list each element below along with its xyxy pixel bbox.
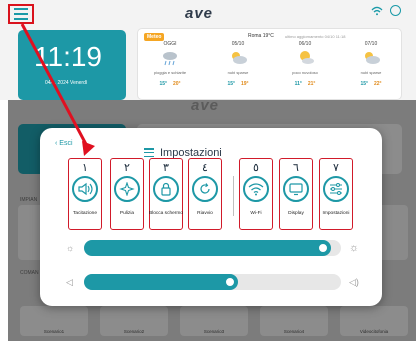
weather-widget[interactable]: Meteo Roma 19°C ultimo aggiornamento 04/… — [137, 28, 402, 100]
weather-day-label: 07/10 — [364, 41, 378, 47]
display-icon — [289, 183, 303, 196]
section-label: COMAN — [20, 270, 39, 276]
wifi-icon[interactable] — [371, 6, 383, 16]
brightness-high-icon: ☼ — [349, 242, 360, 254]
tile-number: ٥ — [253, 162, 259, 174]
clock-time: 11:19 — [34, 41, 102, 72]
back-button[interactable]: ‹ Esci — [55, 140, 73, 147]
volume-high-icon: ◁) — [349, 277, 359, 287]
scenario-button[interactable]: Scenario1 — [20, 306, 88, 336]
scenario-button[interactable]: Videocitofonia — [340, 306, 408, 336]
weather-max: 20° — [173, 81, 181, 87]
section-label: IMPIAN — [20, 197, 38, 203]
tile-label: Impostazioni — [322, 211, 350, 216]
speaker-icon — [78, 182, 93, 196]
clock-widget: 11:19 04/... 2024 Venerdì — [18, 30, 126, 100]
wifi-icon — [248, 183, 264, 196]
partly-cloudy-icon — [365, 52, 380, 64]
weather-day-desc: nubi sparse — [360, 70, 382, 75]
brightness-slider-fill — [84, 240, 331, 256]
divider — [233, 176, 234, 216]
volume-slider-fill — [84, 274, 239, 290]
tile-wifi[interactable]: ٥ Wi-Fi — [239, 158, 273, 230]
brightness-low-icon: ☼ — [66, 243, 75, 253]
weather-day-label: OGGI — [163, 41, 177, 47]
volume-low-icon: ◁ — [66, 277, 73, 287]
tile-number: ٣ — [163, 162, 169, 174]
lock-icon — [161, 182, 171, 196]
weather-day-desc: poco nuvoloso — [292, 70, 318, 75]
rain-cloud-icon — [163, 52, 177, 66]
weather-min: 15° — [159, 81, 167, 87]
hamburger-icon[interactable] — [8, 4, 34, 24]
weather-min: 15° — [360, 81, 368, 87]
weather-min: 15° — [227, 81, 235, 87]
scenario-button[interactable]: Scenario2 — [100, 306, 168, 336]
weather-min: 11° — [294, 81, 302, 87]
weather-max: 19° — [241, 81, 249, 87]
weather-city: Roma 19°C — [248, 33, 274, 39]
sparkle-icon — [119, 182, 135, 196]
weather-updated: ultimo aggiornamento 04/10 11:18 — [285, 34, 346, 39]
weather-day-desc: pioggia e schiarite — [153, 70, 187, 75]
tile-riavvio[interactable]: ٤ Riavvio — [188, 158, 222, 230]
tile-number: ٢ — [124, 162, 130, 174]
weather-day-label: 05/10 — [231, 41, 245, 47]
tile-number: ٤ — [202, 162, 208, 174]
weather-day: 06/10 poco nuvoloso 11° 21° — [275, 41, 335, 87]
scenario-button[interactable]: Scenario4 — [260, 306, 328, 336]
scenario-button[interactable]: Scenario3 — [180, 306, 248, 336]
weather-day: OGGI pioggia e schiarite 15° 20° — [140, 41, 200, 87]
tile-tacitazione[interactable]: ١ Tacitazione — [68, 158, 102, 230]
tile-label: Pulizia — [119, 211, 135, 216]
tile-blocca-schermo[interactable]: ٣ Blocca schermo — [149, 158, 183, 230]
tile-number: ٦ — [293, 162, 299, 174]
weather-day: 05/10 nubi sparse 15° 19° — [208, 41, 268, 87]
partly-cloudy-icon — [232, 52, 247, 64]
brand-logo: ave — [185, 5, 214, 22]
clock-date: 04/... 2024 Venerdì — [45, 80, 88, 86]
brand-logo-dimmed: ave — [191, 97, 220, 114]
tile-label: Blocca schermo — [148, 211, 184, 216]
tile-number: ١ — [82, 162, 88, 174]
tile-pulizia[interactable]: ٢ Pulizia — [110, 158, 144, 230]
weather-max: 22° — [374, 81, 382, 87]
menu-icon — [144, 148, 154, 157]
brightness-slider-handle[interactable] — [316, 242, 329, 254]
weather-day: 07/10 nubi sparse 15° 22° — [341, 41, 401, 87]
tile-display[interactable]: ٦ Display — [279, 158, 313, 230]
tile-label: Tacitazione — [73, 211, 97, 216]
sun-cloud-icon — [300, 51, 314, 64]
tile-impostazioni[interactable]: ٧ Impostazioni — [319, 158, 353, 230]
tile-label: Display — [288, 211, 304, 216]
restart-icon — [200, 183, 210, 194]
tile-number: ٧ — [333, 162, 339, 174]
user-icon[interactable] — [390, 5, 401, 16]
weather-day-desc: nubi sparse — [227, 70, 249, 75]
weather-day-label: 06/10 — [298, 41, 312, 47]
tile-label: Wi-Fi — [250, 211, 262, 216]
weather-max: 21° — [307, 81, 316, 87]
sliders-icon — [330, 183, 342, 195]
weather-badge: Meteo — [144, 33, 165, 41]
tile-label: Riavvio — [197, 211, 213, 216]
